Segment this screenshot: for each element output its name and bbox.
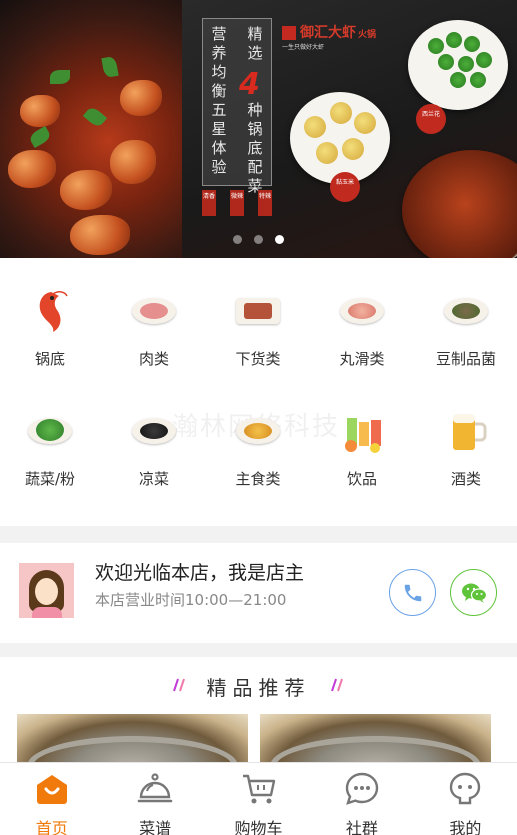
cart-icon bbox=[241, 771, 277, 807]
category-item[interactable]: 丸滑类 bbox=[310, 286, 414, 369]
meatball-plate-icon bbox=[337, 286, 387, 336]
tab-label: 我的 bbox=[449, 819, 482, 835]
brand-tag: 火锅 bbox=[358, 30, 377, 40]
corn-plate bbox=[290, 92, 390, 184]
staple-food-icon bbox=[233, 406, 283, 456]
tab-label: 菜谱 bbox=[139, 819, 172, 835]
flavor-tag: 微辣 bbox=[230, 190, 244, 216]
tab-label: 社群 bbox=[345, 819, 378, 835]
beer-icon bbox=[441, 406, 491, 456]
carousel-dot-active[interactable] bbox=[275, 235, 284, 244]
banner-brand-logo: 御汇大虾 火锅 一生只做好大虾 bbox=[282, 22, 390, 52]
banner-flavor-tags: 清香 微辣 特辣 bbox=[202, 190, 272, 216]
category-item[interactable]: 下货类 bbox=[206, 286, 310, 369]
home-icon bbox=[34, 771, 70, 807]
broccoli-plate bbox=[408, 20, 508, 110]
tab-profile[interactable]: 我的 bbox=[414, 763, 517, 835]
tab-label: 首页 bbox=[35, 819, 68, 835]
flavor-tag: 清香 bbox=[202, 190, 216, 216]
poster-text-1: 营养均衡 bbox=[211, 25, 227, 100]
poster-number: 4 bbox=[239, 67, 260, 102]
meat-plate-icon bbox=[129, 286, 179, 336]
brand-name: 御汇大虾 bbox=[300, 25, 356, 41]
wechat-button[interactable] bbox=[450, 569, 497, 616]
tab-menu[interactable]: 菜谱 bbox=[103, 763, 206, 835]
category-label: 豆制品菌 bbox=[435, 350, 496, 368]
carousel-dot[interactable] bbox=[254, 235, 263, 244]
offal-plate-icon bbox=[233, 286, 283, 336]
tab-home[interactable]: 首页 bbox=[0, 763, 103, 835]
carousel-dot[interactable] bbox=[233, 235, 242, 244]
featured-title: 精品推荐 bbox=[206, 676, 311, 700]
category-item[interactable]: 酒类 bbox=[414, 406, 517, 489]
title-decoration-icon bbox=[331, 678, 343, 692]
user-icon bbox=[447, 771, 483, 807]
category-item[interactable]: 蔬菜/粉 bbox=[0, 406, 102, 489]
category-label: 丸滑类 bbox=[339, 350, 385, 368]
chat-bubble-icon bbox=[344, 771, 380, 807]
bottom-tab-bar: 首页 菜谱 购物车 社群 我的 bbox=[0, 762, 517, 835]
category-grid: 瀚林网络科技 锅底 肉类 下货类 丸滑类 豆制品菌 蔬菜/粉 bbox=[0, 258, 517, 526]
vegetable-icon bbox=[25, 406, 75, 456]
dish-label: 西兰花 bbox=[416, 104, 446, 134]
category-label: 肉类 bbox=[138, 350, 169, 368]
phone-icon bbox=[404, 584, 421, 601]
cold-dish-icon bbox=[129, 406, 179, 456]
banner-poster: 营养均衡 五星体验 精选 4 种锅底配菜 bbox=[202, 18, 272, 195]
category-item[interactable]: 凉菜 bbox=[102, 406, 206, 489]
banner-carousel[interactable]: 营养均衡 五星体验 精选 4 种锅底配菜 清香 微辣 特辣 御汇大虾 火锅 一生只… bbox=[0, 0, 517, 258]
flavor-tag: 特辣 bbox=[258, 190, 272, 216]
call-button[interactable] bbox=[389, 569, 436, 616]
brand-subtitle: 一生只做好大虾 bbox=[282, 44, 325, 51]
category-label: 锅底 bbox=[34, 350, 65, 368]
category-item[interactable]: 豆制品菌 bbox=[414, 286, 517, 369]
drinks-icon bbox=[337, 406, 387, 456]
poster-text-2: 五星体验 bbox=[211, 101, 227, 176]
category-label: 主食类 bbox=[235, 470, 281, 488]
poster-text-4: 种锅底配菜 bbox=[247, 101, 263, 195]
tab-community[interactable]: 社群 bbox=[310, 763, 413, 835]
poster-text-3: 精选 bbox=[247, 25, 263, 62]
cloche-icon bbox=[137, 771, 173, 807]
tab-label: 购物车 bbox=[234, 819, 283, 835]
category-label: 饮品 bbox=[346, 470, 377, 488]
category-item[interactable]: 锅底 bbox=[0, 286, 102, 369]
category-item[interactable]: 饮品 bbox=[310, 406, 414, 489]
carousel-indicator bbox=[233, 235, 284, 244]
home-page: 营养均衡 五星体验 精选 4 种锅底配菜 清香 微辣 特辣 御汇大虾 火锅 一生只… bbox=[0, 0, 517, 835]
shrimp-icon bbox=[25, 286, 75, 336]
category-label: 蔬菜/粉 bbox=[24, 470, 76, 488]
category-item[interactable]: 主食类 bbox=[206, 406, 310, 489]
category-label: 酒类 bbox=[450, 470, 481, 488]
tab-cart[interactable]: 购物车 bbox=[207, 763, 310, 835]
business-hours: 本店营业时间10:00—21:00 bbox=[95, 591, 287, 609]
category-item[interactable]: 肉类 bbox=[102, 286, 206, 369]
tofu-mushroom-icon bbox=[441, 286, 491, 336]
wechat-icon bbox=[461, 583, 487, 603]
category-label: 下货类 bbox=[235, 350, 281, 368]
category-label: 凉菜 bbox=[138, 470, 169, 488]
avatar bbox=[19, 563, 74, 618]
banner-shrimp-photo bbox=[0, 0, 182, 258]
owner-card: 欢迎光临本店，我是店主 本店营业时间10:00—21:00 bbox=[0, 543, 517, 643]
owner-greeting: 欢迎光临本店，我是店主 bbox=[95, 562, 305, 584]
dish-label: 黏玉米 bbox=[330, 172, 360, 202]
